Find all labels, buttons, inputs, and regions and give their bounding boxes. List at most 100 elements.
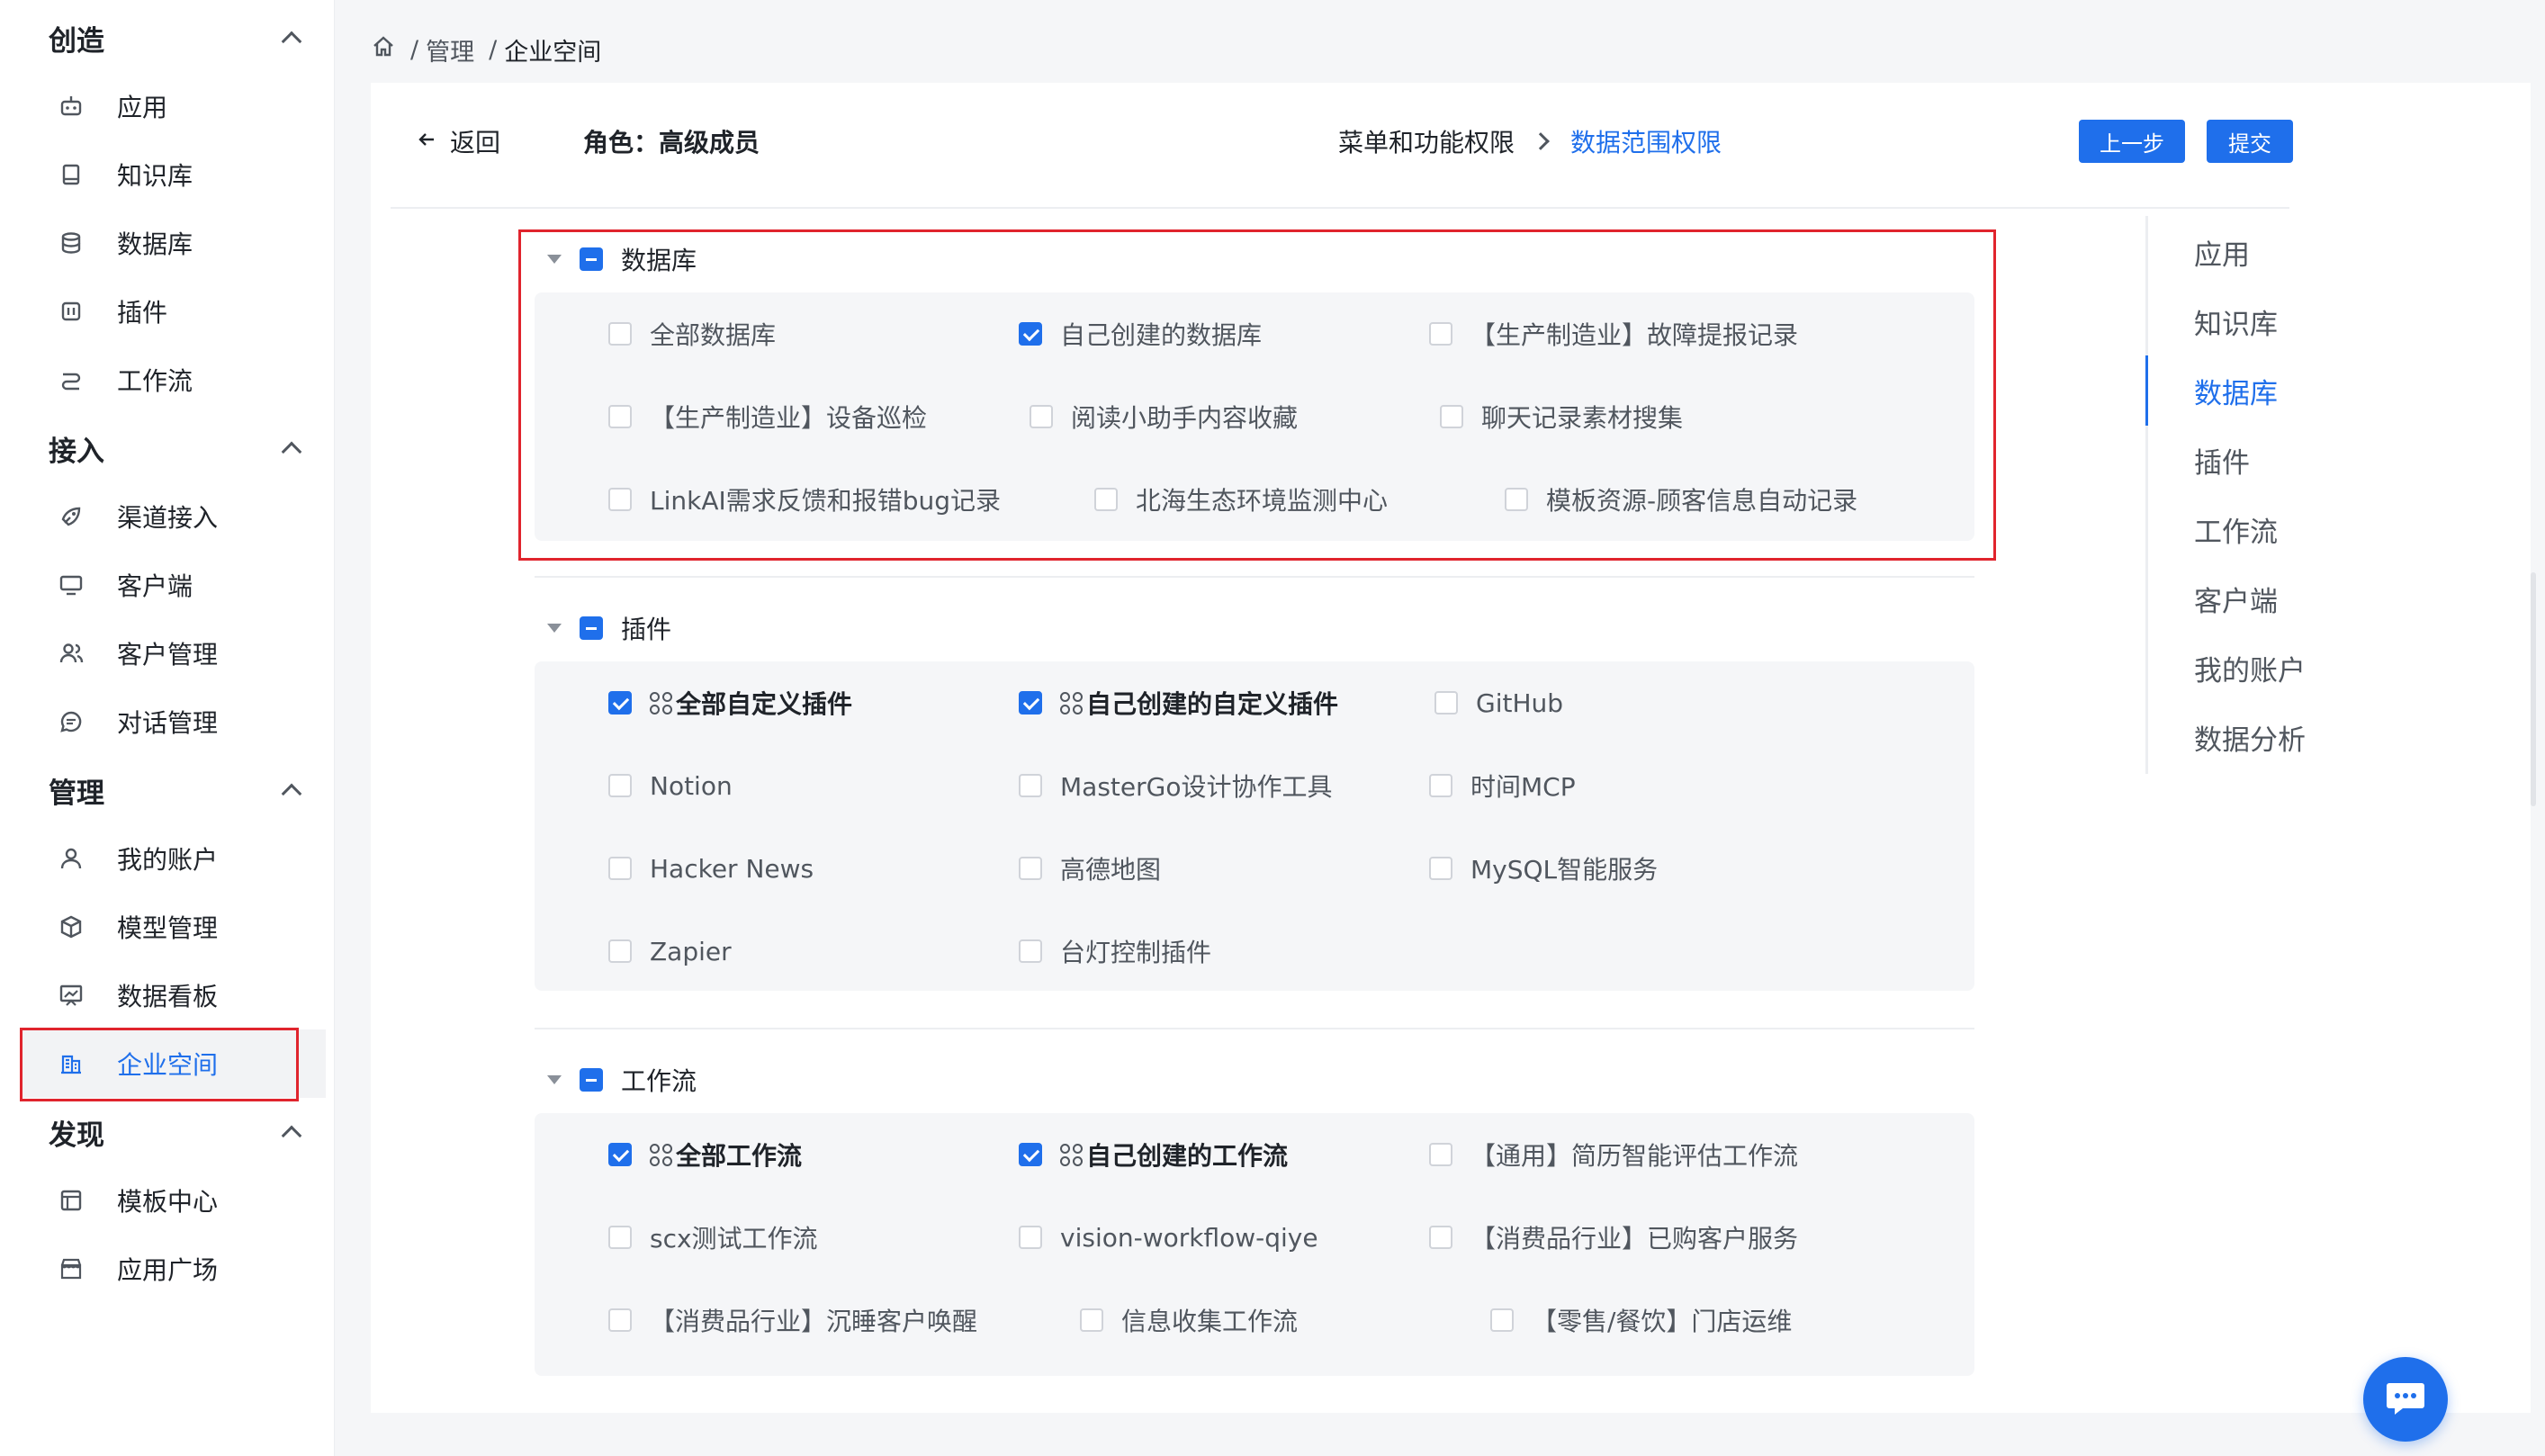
scrollbar[interactable] [2531, 572, 2536, 806]
grid-icon [650, 1143, 672, 1166]
option-plugin-item[interactable]: 高德地图 [1019, 850, 1161, 886]
option-workflow-item[interactable]: 信息收集工作流 [1080, 1302, 1298, 1338]
anchor-item-client[interactable]: 客户端 [2194, 576, 2278, 621]
checkbox[interactable] [1019, 774, 1042, 797]
plugin-options-panel: 全部自定义插件 自己创建的自定义插件 GitHub Notion MasterG… [535, 661, 1974, 991]
checkbox[interactable] [1490, 1308, 1514, 1332]
option-label: 全部工作流 [676, 1141, 803, 1171]
option-workflow-item[interactable]: 【通用】简历智能评估工作流 [1429, 1137, 1798, 1173]
sidebar-item-label: 客户端 [117, 571, 193, 601]
checkbox[interactable] [1019, 691, 1042, 715]
checkbox[interactable] [1019, 857, 1042, 880]
checkbox[interactable] [608, 1143, 632, 1166]
checkbox[interactable] [1429, 857, 1452, 880]
sidebar-item-client[interactable]: 客户端 [20, 551, 326, 619]
checkbox[interactable] [1429, 774, 1452, 797]
checkbox[interactable] [608, 691, 632, 715]
checkbox[interactable] [1080, 1308, 1103, 1332]
option-label: 时间MCP [1470, 772, 1576, 802]
group-title: 接入 [49, 435, 104, 468]
option-plugin-item[interactable]: Zapier [608, 933, 732, 969]
group-access-header[interactable]: 接入 [49, 421, 304, 475]
section-header-plugin[interactable]: 插件 [547, 606, 671, 651]
submit-button[interactable]: 提交 [2207, 120, 2293, 163]
rocket-icon [58, 503, 85, 530]
step-menu-permissions[interactable]: 菜单和功能权限 [1338, 123, 1515, 159]
option-workflow-item[interactable]: 【消费品行业】沉睡客户唤醒 [608, 1302, 977, 1338]
grid-icon [650, 691, 672, 715]
anchor-item-database[interactable]: 数据库 [2194, 368, 2278, 413]
sidebar-item-plugin[interactable]: 插件 [20, 277, 326, 346]
option-all-custom-plugins[interactable]: 全部自定义插件 [608, 685, 852, 721]
anchor-item-analytics[interactable]: 数据分析 [2194, 715, 2306, 759]
option-label: vision-workflow-qiye [1060, 1222, 1318, 1253]
checkbox[interactable] [1429, 1143, 1452, 1166]
breadcrumb-item-manage[interactable]: 管理 [426, 32, 474, 67]
option-plugin-item[interactable]: Hacker News [608, 850, 814, 886]
anchor-item-plugin[interactable]: 插件 [2194, 437, 2250, 482]
anchor-item-knowledge[interactable]: 知识库 [2194, 299, 2278, 344]
sidebar-item-app-store[interactable]: 应用广场 [20, 1235, 326, 1303]
checkbox[interactable] [608, 774, 632, 797]
option-plugin-item[interactable]: GitHub [1434, 685, 1563, 721]
divider [535, 576, 1974, 578]
sidebar-item-dashboard[interactable]: 数据看板 [20, 961, 326, 1029]
indeterminate-checkbox[interactable] [580, 616, 603, 640]
database-icon [58, 229, 85, 256]
home-icon[interactable] [371, 34, 396, 66]
option-workflow-item[interactable]: 【消费品行业】已购客户服务 [1429, 1219, 1798, 1255]
group-create-header[interactable]: 创造 [49, 11, 304, 65]
book-icon [58, 161, 85, 188]
option-plugin-item[interactable]: MySQL智能服务 [1429, 850, 1658, 886]
chevron-right-icon [1532, 132, 1550, 150]
cube-icon [58, 913, 85, 940]
grid-icon [1060, 1143, 1083, 1166]
anchor-item-workflow[interactable]: 工作流 [2194, 507, 2278, 552]
option-workflow-item[interactable]: 【零售/餐饮】门店运维 [1490, 1302, 1792, 1338]
sidebar-item-account[interactable]: 我的账户 [20, 824, 326, 893]
checkbox[interactable] [608, 939, 632, 963]
sidebar-item-channel[interactable]: 渠道接入 [20, 482, 326, 551]
option-own-workflows[interactable]: 自己创建的工作流 [1019, 1137, 1288, 1173]
sidebar-item-workflow[interactable]: 工作流 [20, 346, 326, 414]
section-header-workflow[interactable]: 工作流 [547, 1057, 697, 1102]
option-plugin-item[interactable]: MasterGo设计协作工具 [1019, 768, 1332, 804]
option-label: MasterGo设计协作工具 [1060, 772, 1333, 802]
sidebar-item-customers[interactable]: 客户管理 [20, 619, 326, 688]
option-own-custom-plugins[interactable]: 自己创建的自定义插件 [1019, 685, 1338, 721]
checkbox[interactable] [1019, 1226, 1042, 1249]
option-workflow-item[interactable]: vision-workflow-qiye [1019, 1219, 1318, 1255]
sidebar-item-knowledge[interactable]: 知识库 [20, 140, 326, 209]
caret-down-icon[interactable] [547, 624, 562, 633]
option-plugin-item[interactable]: 时间MCP [1429, 768, 1576, 804]
checkbox[interactable] [1434, 691, 1458, 715]
sidebar-item-apps[interactable]: 应用 [20, 72, 326, 140]
sidebar-item-conversations[interactable]: 对话管理 [20, 688, 326, 756]
anchor-item-apps[interactable]: 应用 [2194, 229, 2250, 274]
option-plugin-item[interactable]: Notion [608, 768, 733, 804]
checkbox[interactable] [608, 1226, 632, 1249]
checkbox[interactable] [1019, 939, 1042, 963]
option-all-workflows[interactable]: 全部工作流 [608, 1137, 802, 1173]
caret-down-icon[interactable] [547, 1075, 562, 1084]
indeterminate-checkbox[interactable] [580, 1068, 603, 1092]
sidebar-item-models[interactable]: 模型管理 [20, 893, 326, 961]
section-title: 工作流 [621, 1066, 697, 1096]
sidebar-item-templates[interactable]: 模板中心 [20, 1166, 326, 1235]
chat-fab-button[interactable] [2363, 1357, 2448, 1442]
monitor-icon [58, 571, 85, 598]
option-plugin-item[interactable]: 台灯控制插件 [1019, 933, 1211, 969]
step-data-scope[interactable]: 数据范围权限 [1570, 123, 1722, 159]
breadcrumb-item-current: 企业空间 [504, 38, 602, 67]
group-discover-header[interactable]: 发现 [49, 1105, 304, 1159]
back-button[interactable]: 返回 [416, 119, 500, 164]
prev-step-button[interactable]: 上一步 [2079, 120, 2185, 163]
checkbox[interactable] [1429, 1226, 1452, 1249]
option-workflow-item[interactable]: scx测试工作流 [608, 1219, 818, 1255]
group-manage-header[interactable]: 管理 [49, 763, 304, 817]
checkbox[interactable] [608, 857, 632, 880]
anchor-item-account[interactable]: 我的账户 [2194, 645, 2306, 690]
sidebar-item-database[interactable]: 数据库 [20, 209, 326, 277]
checkbox[interactable] [608, 1308, 632, 1332]
checkbox[interactable] [1019, 1143, 1042, 1166]
